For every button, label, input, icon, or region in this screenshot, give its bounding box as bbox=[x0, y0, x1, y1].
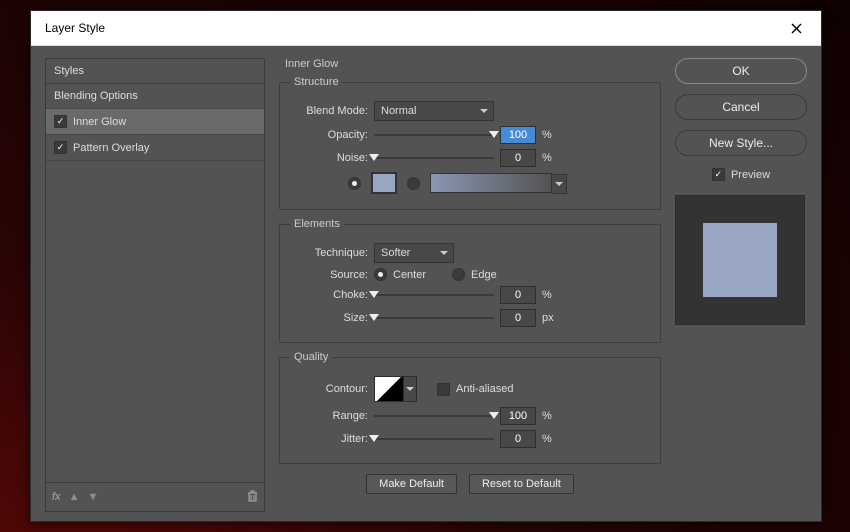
contour-picker[interactable] bbox=[374, 376, 404, 402]
checker-icon bbox=[431, 174, 551, 192]
chevron-down-icon[interactable] bbox=[552, 174, 567, 194]
source-edge-label: Edge bbox=[471, 269, 497, 281]
preview-swatch bbox=[703, 223, 777, 297]
ok-button[interactable]: OK bbox=[675, 58, 807, 84]
jitter-label: Jitter: bbox=[290, 433, 368, 445]
choke-unit: % bbox=[542, 289, 562, 301]
styles-footer: fx ▲ ▼ bbox=[45, 483, 265, 512]
technique-label: Technique: bbox=[290, 247, 368, 259]
range-slider[interactable] bbox=[374, 409, 494, 423]
arrow-up-icon[interactable]: ▲ bbox=[69, 491, 80, 503]
size-unit: px bbox=[542, 312, 562, 324]
cancel-button[interactable]: Cancel bbox=[675, 94, 807, 120]
blend-mode-label: Blend Mode: bbox=[290, 105, 368, 117]
style-item-label: Pattern Overlay bbox=[73, 142, 149, 154]
choke-slider[interactable] bbox=[374, 288, 494, 302]
settings-column: Inner Glow Structure Blend Mode: Normal … bbox=[279, 58, 661, 512]
jitter-slider[interactable] bbox=[374, 432, 494, 446]
size-slider[interactable] bbox=[374, 311, 494, 325]
size-label: Size: bbox=[290, 312, 368, 324]
antialiased-checkbox[interactable] bbox=[437, 383, 450, 396]
checkbox-icon[interactable] bbox=[54, 141, 67, 154]
style-item-inner-glow[interactable]: Inner Glow bbox=[46, 109, 264, 135]
arrow-down-icon[interactable]: ▼ bbox=[87, 491, 98, 503]
style-item-pattern-overlay[interactable]: Pattern Overlay bbox=[46, 135, 264, 161]
structure-legend: Structure bbox=[290, 76, 343, 88]
blending-options-label: Blending Options bbox=[54, 90, 138, 102]
styles-column: Styles Blending Options Inner Glow Patte… bbox=[45, 58, 265, 512]
quality-group: Quality Contour: Anti-aliased Range: 100 bbox=[279, 351, 661, 464]
preview-box bbox=[675, 195, 805, 325]
size-input[interactable]: 0 bbox=[500, 309, 536, 327]
new-style-button[interactable]: New Style... bbox=[675, 130, 807, 156]
panel-title: Inner Glow bbox=[285, 58, 661, 70]
opacity-label: Opacity: bbox=[290, 129, 368, 141]
checkbox-icon[interactable] bbox=[54, 115, 67, 128]
opacity-slider[interactable] bbox=[374, 128, 494, 142]
source-label: Source: bbox=[290, 269, 368, 281]
make-default-button[interactable]: Make Default bbox=[366, 474, 457, 494]
noise-label: Noise: bbox=[290, 152, 368, 164]
antialiased-label: Anti-aliased bbox=[456, 383, 513, 395]
source-edge-radio[interactable] bbox=[452, 268, 465, 281]
source-center-radio[interactable] bbox=[374, 268, 387, 281]
gradient-picker[interactable] bbox=[430, 173, 552, 193]
color-swatch[interactable] bbox=[371, 172, 397, 194]
range-unit: % bbox=[542, 410, 562, 422]
jitter-unit: % bbox=[542, 433, 562, 445]
choke-input[interactable]: 0 bbox=[500, 286, 536, 304]
style-item-label: Inner Glow bbox=[73, 116, 126, 128]
fx-icon[interactable]: fx bbox=[52, 491, 61, 503]
titlebar: Layer Style bbox=[31, 11, 821, 46]
source-center-label: Center bbox=[393, 269, 426, 281]
technique-select[interactable]: Softer bbox=[374, 243, 454, 263]
preview-checkbox[interactable] bbox=[712, 168, 725, 181]
styles-list: Styles Blending Options Inner Glow Patte… bbox=[45, 58, 265, 483]
window-title: Layer Style bbox=[45, 21, 105, 35]
blend-mode-select[interactable]: Normal bbox=[374, 101, 494, 121]
chevron-down-icon[interactable] bbox=[404, 376, 417, 402]
opacity-input[interactable]: 100 bbox=[500, 126, 536, 144]
noise-unit: % bbox=[542, 152, 562, 164]
noise-input[interactable]: 0 bbox=[500, 149, 536, 167]
elements-group: Elements Technique: Softer Source: Cente… bbox=[279, 218, 661, 343]
color-radio[interactable] bbox=[348, 177, 361, 190]
blending-options-item[interactable]: Blending Options bbox=[46, 84, 264, 109]
quality-legend: Quality bbox=[290, 351, 332, 363]
styles-header[interactable]: Styles bbox=[46, 59, 264, 84]
trash-icon[interactable] bbox=[247, 490, 258, 505]
layer-style-dialog: Layer Style Styles Blending Options Inne… bbox=[30, 10, 822, 522]
reset-default-button[interactable]: Reset to Default bbox=[469, 474, 574, 494]
jitter-input[interactable]: 0 bbox=[500, 430, 536, 448]
opacity-unit: % bbox=[542, 129, 562, 141]
contour-label: Contour: bbox=[290, 383, 368, 395]
preview-label: Preview bbox=[731, 169, 770, 181]
choke-label: Choke: bbox=[290, 289, 368, 301]
noise-slider[interactable] bbox=[374, 151, 494, 165]
right-column: OK Cancel New Style... Preview bbox=[675, 58, 807, 512]
close-button[interactable] bbox=[781, 13, 811, 43]
gradient-radio[interactable] bbox=[407, 177, 420, 190]
range-label: Range: bbox=[290, 410, 368, 422]
range-input[interactable]: 100 bbox=[500, 407, 536, 425]
structure-group: Structure Blend Mode: Normal Opacity: 10… bbox=[279, 76, 661, 210]
elements-legend: Elements bbox=[290, 218, 344, 230]
